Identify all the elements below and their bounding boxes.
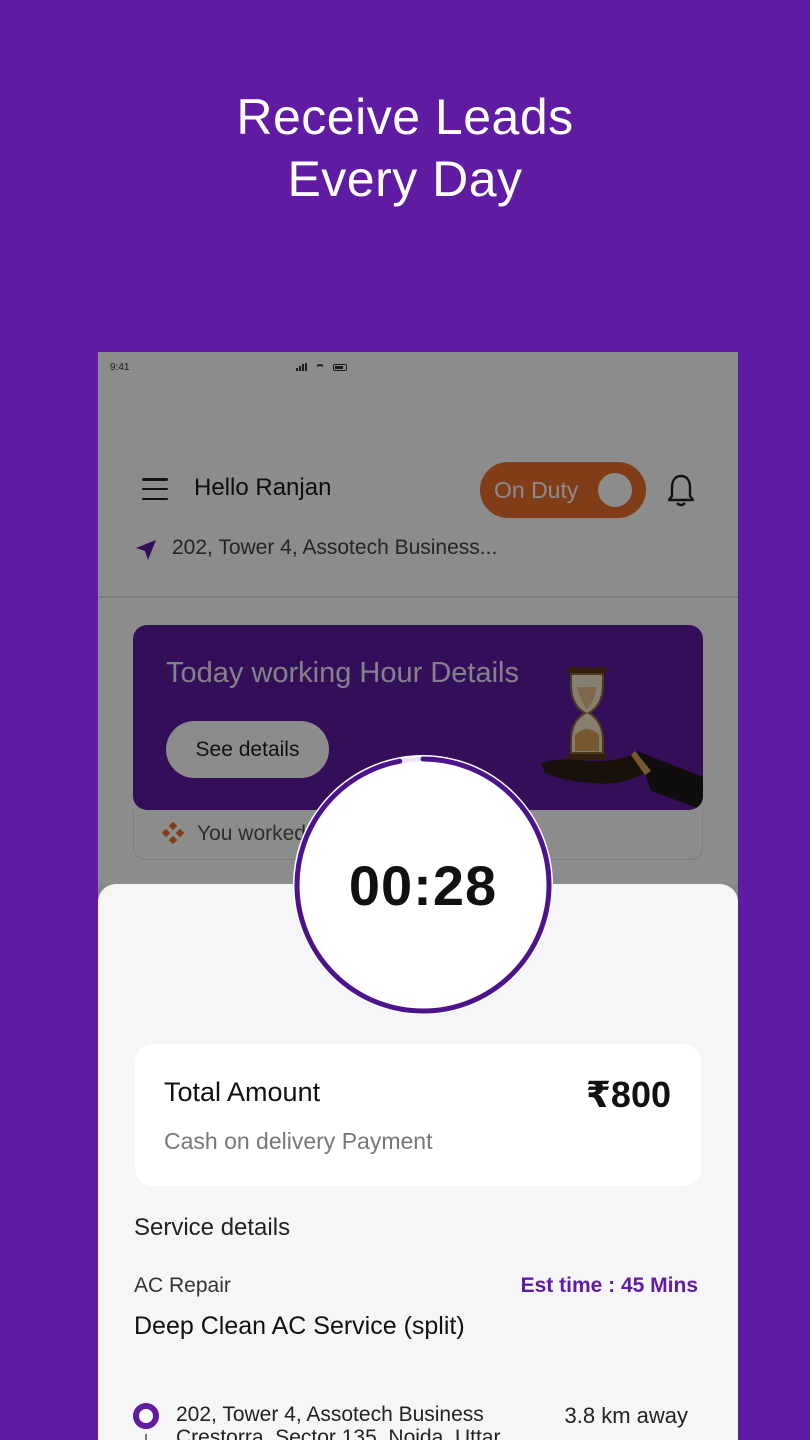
countdown-timer: 00:28	[293, 755, 553, 1015]
pickup-address-row: 202, Tower 4, Assotech Business Crestorr…	[133, 1400, 703, 1440]
timer-value: 00:28	[348, 854, 498, 917]
service-name: Deep Clean AC Service (split)	[134, 1312, 465, 1340]
address-line-1: 202, Tower 4, Assotech Business	[176, 1403, 484, 1426]
headline-line-1: Receive Leads	[236, 89, 574, 145]
headline-line-2: Every Day	[287, 151, 523, 207]
address-line-2: Crestorra, Sector 135, Noida, Uttar	[176, 1426, 501, 1440]
route-line	[145, 1434, 147, 1440]
service-category: AC Repair	[134, 1274, 231, 1297]
service-details-heading: Service details	[134, 1214, 291, 1241]
service-address: 202, Tower 4, Assotech Business Crestorr…	[176, 1403, 536, 1440]
estimated-time: Est time : 45 Mins	[520, 1274, 698, 1297]
total-amount-value: ₹800	[585, 1074, 671, 1115]
location-dot-icon	[133, 1403, 159, 1429]
phone-screen: 9:41 Hello Ranjan On Duty 202, Tower 4, …	[98, 352, 738, 1440]
promo-headline: Receive Leads Every Day	[0, 86, 810, 210]
total-amount-label: Total Amount	[164, 1077, 321, 1107]
distance: 3.8 km away	[564, 1403, 689, 1428]
total-amount-card: Total Amount ₹800 Cash on delivery Payme…	[135, 1044, 701, 1186]
payment-method: Cash on delivery Payment	[164, 1128, 433, 1154]
